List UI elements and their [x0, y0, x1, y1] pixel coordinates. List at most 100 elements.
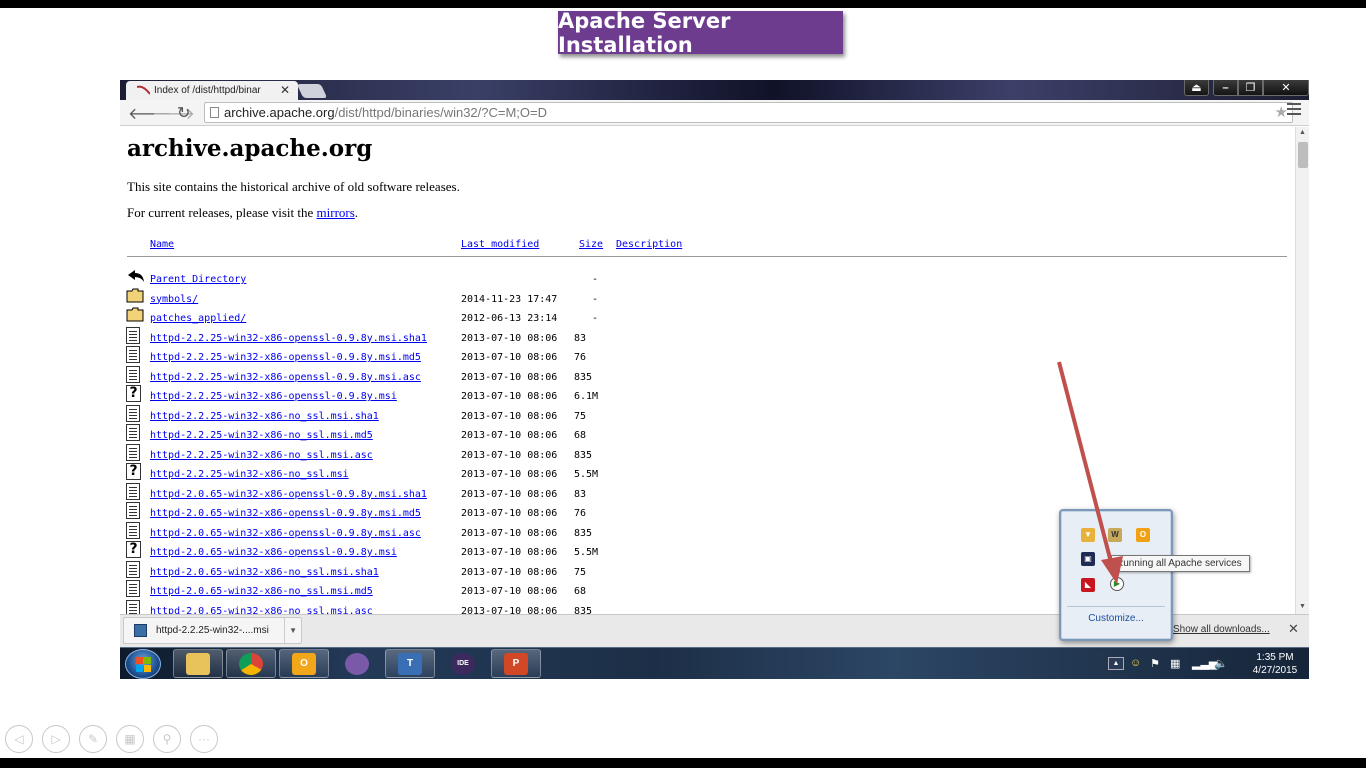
outlook-tray-icon[interactable]: O: [1136, 528, 1150, 542]
file-link[interactable]: httpd-2.2.25-win32-x86-openssl-0.9.8y.ms…: [150, 352, 421, 363]
clock-time: 1:35 PM: [1256, 652, 1294, 663]
top-letterbox: [0, 0, 1366, 8]
file-link[interactable]: httpd-2.0.65-win32-x86-openssl-0.9.8y.ms…: [150, 528, 421, 539]
file-date: 2013-07-10 08:06: [461, 391, 558, 402]
taskbar-pidgin[interactable]: [332, 649, 382, 678]
download-item[interactable]: httpd-2.2.25-win32-....msi ▼: [123, 617, 302, 644]
file-link[interactable]: httpd-2.2.25-win32-x86-no_ssl.msi.md5: [150, 430, 373, 441]
unknown-file-icon: ?: [126, 541, 144, 559]
slide-title: Apache Server Installation: [558, 9, 843, 57]
bookmark-star-icon[interactable]: ★: [1275, 103, 1288, 122]
action-center-flag-icon[interactable]: ⚑: [1150, 657, 1160, 670]
tab-title: Index of /dist/httpd/binar: [154, 85, 261, 96]
file-link[interactable]: httpd-2.0.65-win32-x86-no_ssl.msi.sha1: [150, 567, 379, 578]
text-file-icon: [126, 326, 144, 345]
close-button[interactable]: ✕: [1263, 80, 1309, 96]
taskbar-clock[interactable]: 1:35 PM 4/27/2015: [1246, 651, 1304, 677]
reload-icon[interactable]: ↻: [177, 103, 190, 123]
downloads-close-icon[interactable]: ✕: [1288, 621, 1299, 637]
file-link[interactable]: Parent Directory: [150, 274, 246, 285]
smiley-tray-icon[interactable]: ☺: [1130, 657, 1141, 669]
previous-slide-icon[interactable]: ◁: [5, 725, 33, 753]
file-date: 2013-07-10 08:06: [461, 586, 558, 597]
column-name-link[interactable]: Name: [150, 239, 174, 250]
notification-area-overflow: ▼ W O ▣ ◣ Customize...: [1059, 509, 1173, 641]
taskbar-powerpoint[interactable]: P: [491, 649, 541, 678]
volume-icon[interactable]: 🔈: [1214, 657, 1228, 670]
download-menu-arrow-icon[interactable]: ▼: [284, 618, 297, 643]
file-link[interactable]: httpd-2.2.25-win32-x86-openssl-0.9.8y.ms…: [150, 333, 427, 344]
file-link[interactable]: httpd-2.0.65-win32-x86-no_ssl.msi.md5: [150, 586, 373, 597]
outlook-icon: O: [292, 652, 316, 675]
start-button[interactable]: [125, 649, 161, 679]
scroll-down-icon[interactable]: ▼: [1299, 603, 1306, 610]
shield-tray-icon[interactable]: ▼: [1081, 528, 1095, 542]
file-link[interactable]: httpd-2.0.65-win32-x86-no_ssl.msi.asc: [150, 606, 373, 615]
apache-monitor-tray-icon[interactable]: ▶: [1110, 577, 1124, 591]
slides-grid-icon[interactable]: ▦: [116, 725, 144, 753]
file-date: 2013-07-10 08:06: [461, 605, 558, 615]
file-link[interactable]: httpd-2.0.65-win32-x86-openssl-0.9.8y.ms…: [150, 547, 397, 558]
popup-separator: [1067, 606, 1165, 607]
file-link[interactable]: httpd-2.2.25-win32-x86-no_ssl.msi.asc: [150, 450, 373, 461]
w-tray-icon[interactable]: W: [1108, 528, 1122, 542]
vertical-scrollbar[interactable]: ▲ ▼: [1295, 127, 1309, 614]
url-host: archive.apache.org: [224, 105, 335, 120]
file-size: 83: [574, 488, 587, 500]
file-link[interactable]: symbols/: [150, 294, 198, 305]
file-link[interactable]: httpd-2.2.25-win32-x86-openssl-0.9.8y.ms…: [150, 391, 397, 402]
column-last-modified-link[interactable]: Last modified: [461, 239, 539, 250]
new-tab-button[interactable]: [296, 84, 328, 98]
taskbar-chrome[interactable]: [226, 649, 276, 678]
file-link[interactable]: httpd-2.2.25-win32-x86-openssl-0.9.8y.ms…: [150, 372, 421, 383]
file-date: 2013-07-10 08:06: [461, 449, 558, 461]
scroll-up-icon[interactable]: ▲: [1299, 129, 1306, 136]
address-bar[interactable]: archive.apache.org/dist/httpd/binaries/w…: [204, 102, 1293, 123]
restore-button[interactable]: ❐: [1238, 80, 1263, 96]
taskbar-explorer[interactable]: [173, 649, 223, 678]
customize-link[interactable]: Customize...: [1061, 613, 1171, 624]
network-tray-icon[interactable]: ▦: [1170, 657, 1180, 670]
text-file-icon: [126, 580, 144, 598]
minimize-button[interactable]: –: [1213, 80, 1238, 96]
apache-tooltip: Running all Apache services: [1111, 555, 1250, 572]
file-link[interactable]: httpd-2.2.25-win32-x86-no_ssl.msi.sha1: [150, 411, 379, 422]
pen-icon[interactable]: ✎: [79, 725, 107, 753]
list-item: httpd-2.0.65-win32-x86-no_ssl.msi.asc 201…: [120, 599, 820, 615]
file-date: 2013-07-10 08:06: [461, 566, 558, 578]
chrome-menu-icon[interactable]: [1287, 103, 1301, 117]
tab-active[interactable]: Index of /dist/httpd/binar ✕: [126, 81, 298, 100]
taskbar-outlook[interactable]: O: [279, 649, 329, 678]
mirrors-link[interactable]: mirrors: [317, 205, 355, 220]
list-item: httpd-2.0.65-win32-x86-openssl-0.9.8y.ms…: [120, 482, 820, 507]
zoom-icon[interactable]: ⚲: [153, 725, 181, 753]
taskbar-tortoise[interactable]: T: [385, 649, 435, 678]
file-date: 2013-07-10 08:06: [461, 547, 558, 558]
monitor-tray-icon[interactable]: ▣: [1081, 552, 1095, 566]
tab-close-icon[interactable]: ✕: [280, 83, 290, 97]
list-item: httpd-2.2.25-win32-x86-no_ssl.msi.sha1 20…: [120, 404, 820, 429]
eclipse-icon: IDE: [451, 652, 475, 675]
file-link[interactable]: httpd-2.0.65-win32-x86-openssl-0.9.8y.ms…: [150, 508, 421, 519]
show-hidden-icons-button[interactable]: ▲: [1108, 657, 1124, 670]
more-options-icon[interactable]: ···: [190, 725, 218, 753]
scroll-thumb[interactable]: [1298, 142, 1308, 168]
user-profile-icon[interactable]: ⏏: [1184, 80, 1209, 96]
page-heading: archive.apache.org: [127, 135, 373, 162]
next-slide-icon[interactable]: ▷: [42, 725, 70, 753]
show-all-downloads-link[interactable]: Show all downloads...: [1173, 624, 1270, 635]
column-size-link[interactable]: Size: [579, 239, 603, 250]
file-link[interactable]: httpd-2.0.65-win32-x86-openssl-0.9.8y.ms…: [150, 489, 427, 500]
file-size: 75: [574, 566, 587, 578]
file-size: 835: [574, 371, 593, 383]
file-link[interactable]: httpd-2.2.25-win32-x86-no_ssl.msi: [150, 469, 349, 480]
folder-icon: [126, 288, 144, 306]
list-item: httpd-2.2.25-win32-x86-no_ssl.msi.md5 201…: [120, 424, 820, 448]
taskbar-eclipse[interactable]: IDE: [438, 649, 488, 678]
red-app-tray-icon[interactable]: ◣: [1081, 578, 1095, 592]
back-arrow-icon: [126, 268, 144, 286]
file-link[interactable]: patches_applied/: [150, 313, 246, 324]
text-file-icon: [126, 365, 144, 384]
unknown-file-icon: ?: [126, 385, 144, 403]
column-description-link[interactable]: Description: [616, 239, 682, 250]
